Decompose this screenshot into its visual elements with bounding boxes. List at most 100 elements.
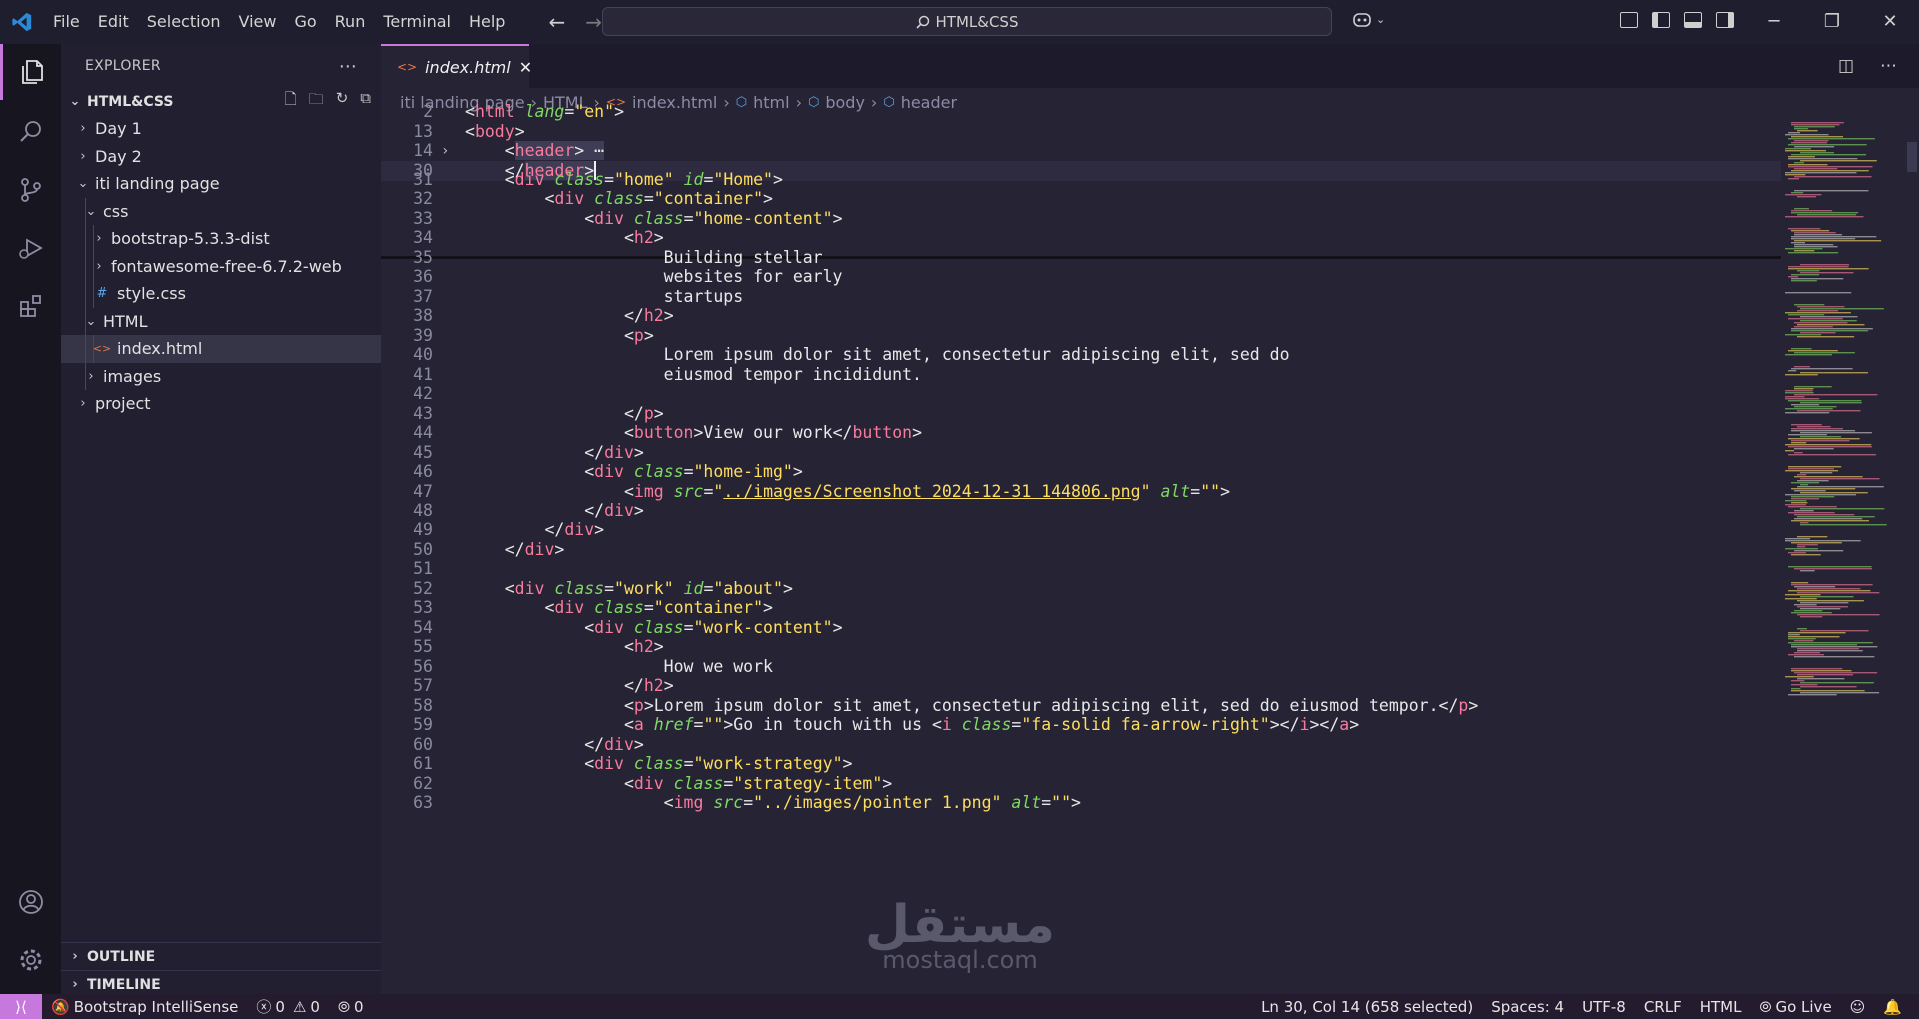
problems-status[interactable]: ⓧ 0 ⚠ 0: [247, 996, 329, 1017]
editor-scrollbar[interactable]: [1905, 116, 1919, 994]
tree-item-project[interactable]: › project: [61, 390, 381, 418]
toggle-panel-icon[interactable]: [1684, 12, 1702, 28]
notifications-bell-icon[interactable]: 🔔: [1874, 998, 1911, 1016]
go-live-button[interactable]: ⦾ Go Live: [1750, 998, 1840, 1016]
code-line[interactable]: 56 How we work: [381, 657, 1781, 677]
code-line[interactable]: 52 <div class="work" id="about">: [381, 579, 1781, 599]
menu-item-selection[interactable]: Selection: [138, 0, 230, 44]
run-debug-icon[interactable]: [0, 220, 61, 276]
split-editor-icon[interactable]: ◫: [1838, 56, 1854, 76]
code-line[interactable]: 63 <img src="../images/pointer 1.png" al…: [381, 793, 1781, 813]
forward-arrow-icon[interactable]: →: [585, 10, 602, 34]
command-center[interactable]: HTML&CSS: [602, 7, 1332, 36]
fold-chevron-icon[interactable]: ›: [441, 141, 449, 161]
code-line[interactable]: 46 <div class="home-img">: [381, 462, 1781, 482]
code-line[interactable]: 14 › <header> ⋯: [381, 141, 1781, 161]
code-line[interactable]: 51: [381, 559, 1781, 579]
code-line[interactable]: 42: [381, 384, 1781, 404]
code-line[interactable]: 44 <button>View our work</button>: [381, 423, 1781, 443]
code-line[interactable]: 57 </h2>: [381, 676, 1781, 696]
code-line[interactable]: 39 <p>: [381, 326, 1781, 346]
code-line[interactable]: 40 Lorem ipsum dolor sit amet, consectet…: [381, 345, 1781, 365]
intellisense-status[interactable]: 🔕 Bootstrap IntelliSense: [42, 998, 247, 1016]
account-icon[interactable]: [0, 874, 61, 930]
tree-item-css[interactable]: ⌄ css: [61, 197, 381, 225]
outline-section[interactable]: › OUTLINE: [61, 942, 381, 970]
code-line[interactable]: 43 </p>: [381, 404, 1781, 424]
language-mode[interactable]: HTML: [1691, 998, 1751, 1016]
scrollbar-thumb[interactable]: [1907, 142, 1917, 172]
explorer-icon[interactable]: [0, 44, 61, 100]
code-line[interactable]: 49 </div>: [381, 520, 1781, 540]
tree-item-style-css[interactable]: # style.css: [61, 280, 381, 308]
code-line[interactable]: 61 <div class="work-strategy">: [381, 754, 1781, 774]
new-folder-icon[interactable]: 🗀: [309, 89, 324, 114]
tree-item-iti-landing-page[interactable]: ⌄ iti landing page: [61, 170, 381, 198]
code-line[interactable]: 45 </div>: [381, 443, 1781, 463]
code-line[interactable]: 53 <div class="container">: [381, 598, 1781, 618]
menu-item-run[interactable]: Run: [326, 0, 375, 44]
tab-index-html[interactable]: <> index.html ✕: [381, 44, 532, 88]
toggle-primary-sidebar-icon[interactable]: [1652, 12, 1670, 28]
toggle-secondary-sidebar-icon[interactable]: [1716, 12, 1734, 28]
tree-item-day-2[interactable]: › Day 2: [61, 143, 381, 171]
code-line[interactable]: 34 <h2>: [381, 228, 1781, 248]
code-line[interactable]: 31 <div class="home" id="Home">: [381, 170, 1781, 190]
remote-indicator-icon[interactable]: ⟩⟨: [0, 994, 42, 1019]
code-line[interactable]: 36 websites for early: [381, 267, 1781, 287]
tree-item-index-html[interactable]: <> index.html: [61, 335, 381, 363]
code-line[interactable]: 48 </div>: [381, 501, 1781, 521]
workspace-folder[interactable]: ⌄ HTML&CSS 🗋 🗀 ↻ ⧉: [61, 88, 381, 115]
extensions-icon[interactable]: [0, 278, 61, 334]
menu-item-go[interactable]: Go: [285, 0, 325, 44]
search-icon[interactable]: [0, 104, 61, 160]
code-line[interactable]: 41 eiusmod tempor incididunt.: [381, 365, 1781, 385]
restore-icon[interactable]: ❐: [1803, 0, 1861, 44]
menu-item-edit[interactable]: Edit: [89, 0, 138, 44]
code-line[interactable]: 59 <a href="">Go in touch with us <i cla…: [381, 715, 1781, 735]
menu-item-help[interactable]: Help: [460, 0, 514, 44]
refresh-icon[interactable]: ↻: [336, 89, 349, 114]
tree-item-images[interactable]: › images: [61, 362, 381, 390]
new-file-icon[interactable]: 🗋: [285, 89, 297, 114]
code-line[interactable]: 33 <div class="home-content">: [381, 209, 1781, 229]
ports-status[interactable]: ⦾ 0: [329, 998, 373, 1016]
menu-item-file[interactable]: File: [44, 0, 89, 44]
tree-item-bootstrap-5-3-3-dist[interactable]: › bootstrap-5.3.3-dist: [61, 225, 381, 253]
indentation[interactable]: Spaces: 4: [1482, 998, 1573, 1016]
more-actions-icon[interactable]: ⋯: [1880, 56, 1897, 76]
copilot-status-icon[interactable]: ☺: [1841, 998, 1875, 1016]
code-line[interactable]: 58 <p>Lorem ipsum dolor sit amet, consec…: [381, 696, 1781, 716]
code-line[interactable]: 38 </h2>: [381, 306, 1781, 326]
code-line[interactable]: 2 <html lang="en">: [381, 102, 1781, 122]
code-line[interactable]: 47 <img src="../images/Screenshot 2024-1…: [381, 482, 1781, 502]
code-line[interactable]: 50 </div>: [381, 540, 1781, 560]
code-line[interactable]: 55 <h2>: [381, 637, 1781, 657]
encoding[interactable]: UTF-8: [1573, 998, 1635, 1016]
tree-item-html[interactable]: ⌄ HTML: [61, 307, 381, 335]
close-window-icon[interactable]: ✕: [1861, 0, 1919, 44]
settings-gear-icon[interactable]: [0, 932, 61, 988]
minimize-icon[interactable]: ─: [1745, 0, 1803, 44]
code-line[interactable]: 32 <div class="container">: [381, 189, 1781, 209]
code-line[interactable]: 35 Building stellar: [381, 248, 1781, 268]
code-line[interactable]: 62 <div class="strategy-item">: [381, 774, 1781, 794]
close-icon[interactable]: ✕: [519, 58, 532, 77]
copilot-menu[interactable]: ⌄: [1352, 10, 1385, 28]
tree-item-day-1[interactable]: › Day 1: [61, 115, 381, 143]
code-line[interactable]: 60 </div>: [381, 735, 1781, 755]
code-line[interactable]: 13 <body>: [381, 122, 1781, 142]
line-ending[interactable]: CRLF: [1635, 998, 1691, 1016]
source-control-icon[interactable]: [0, 162, 61, 218]
code-line[interactable]: 37 startups: [381, 287, 1781, 307]
code-editor[interactable]: 2 <html lang="en"> 13 <body> 14 › <header> ⋯ 3…: [381, 102, 1781, 994]
back-arrow-icon[interactable]: ←: [548, 10, 565, 34]
more-actions-icon[interactable]: ⋯: [339, 56, 357, 77]
customize-layout-icon[interactable]: [1620, 12, 1638, 28]
minimap[interactable]: [1781, 116, 1905, 994]
collapse-all-icon[interactable]: ⧉: [360, 89, 371, 114]
menu-item-view[interactable]: View: [230, 0, 286, 44]
cursor-position[interactable]: Ln 30, Col 14 (658 selected): [1252, 998, 1482, 1016]
menu-item-terminal[interactable]: Terminal: [374, 0, 460, 44]
code-line[interactable]: 54 <div class="work-content">: [381, 618, 1781, 638]
